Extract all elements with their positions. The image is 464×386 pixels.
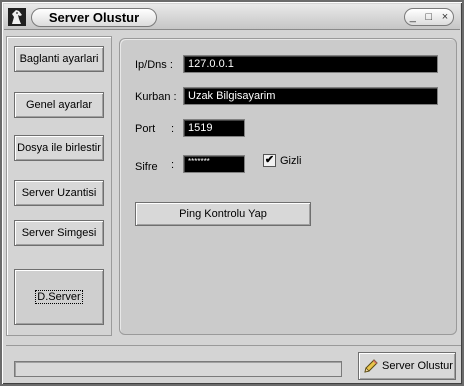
sidebar-item-server-extension[interactable]: Server Uzantisi: [14, 180, 104, 206]
ip-label: Ip/Dns :: [135, 59, 173, 71]
checkmark-icon: ✔: [264, 154, 275, 166]
status-bar: Server Olustur: [6, 345, 461, 381]
pencil-icon: [363, 358, 379, 374]
sidebar-item-label: D.Server: [35, 290, 83, 304]
hidden-checkbox-label: Gizli: [280, 155, 302, 167]
victim-name-field[interactable]: Uzak Bilgisayarim: [183, 87, 438, 105]
ip-dns-field[interactable]: 127.0.0.1: [183, 55, 438, 73]
sidebar-item-general-settings[interactable]: Genel ayarlar: [14, 92, 104, 118]
minimize-button[interactable]: _: [410, 9, 416, 25]
hidden-checkbox[interactable]: ✔: [263, 154, 276, 167]
sidebar-item-server-icon[interactable]: Server Simgesi: [14, 220, 104, 246]
create-server-button[interactable]: Server Olustur: [358, 352, 456, 380]
window-controls: _ □ ×: [404, 8, 454, 26]
connection-settings-panel: Ip/Dns : 127.0.0.1 Kurban : Uzak Bilgisa…: [119, 38, 457, 335]
password-field[interactable]: *******: [183, 155, 245, 173]
create-server-label: Server Olustur: [382, 360, 453, 372]
window-title: Server Olustur: [31, 8, 157, 27]
sidebar-item-file-binder[interactable]: Dosya ile birlestir: [14, 135, 104, 161]
server-builder-window: Server Olustur _ □ × Baglanti ayarlari G…: [0, 0, 464, 386]
port-field[interactable]: 1519: [183, 119, 245, 137]
port-label: Port: [135, 123, 156, 135]
horse-head-icon: [8, 8, 26, 26]
password-label: Sifre: [135, 161, 158, 173]
maximize-button[interactable]: □: [426, 9, 433, 25]
ping-check-button[interactable]: Ping Kontrolu Yap: [135, 202, 311, 226]
sidebar: Baglanti ayarlari Genel ayarlar Dosya il…: [6, 36, 112, 336]
close-button[interactable]: ×: [442, 9, 448, 25]
victim-label: Kurban :: [135, 91, 177, 103]
sidebar-item-d-server[interactable]: D.Server: [14, 269, 104, 325]
password-colon: :: [171, 159, 175, 171]
sidebar-item-connection-settings[interactable]: Baglanti ayarlari: [14, 46, 104, 72]
title-bar[interactable]: Server Olustur _ □ ×: [4, 4, 460, 30]
port-colon: :: [171, 123, 175, 135]
build-progress-bar: [14, 361, 342, 377]
